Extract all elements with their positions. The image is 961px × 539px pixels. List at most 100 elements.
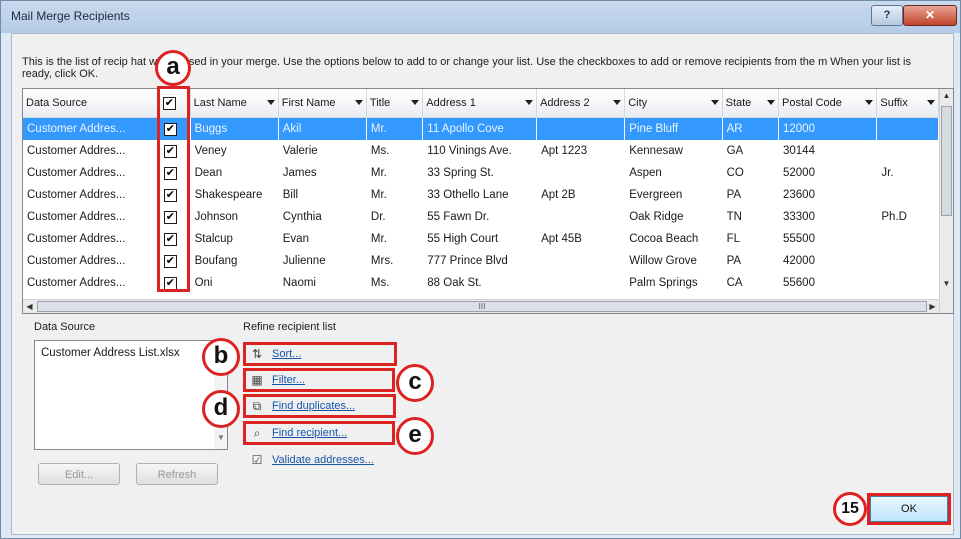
chevron-down-icon[interactable] [411,100,420,105]
callout-badge-d: d [202,390,240,428]
validate-addresses-icon: ☑ [251,453,263,467]
data-source-list[interactable]: Customer Address List.xlsx ▼ [34,340,228,450]
cell-postal: 12000 [778,117,877,140]
cell-addr2: Apt 45B [541,233,582,245]
col-first-name[interactable]: First Name [278,89,367,118]
close-button[interactable]: ✕ [903,5,957,26]
callout-badge-a: a [155,50,191,86]
data-source-item[interactable]: Customer Address List.xlsx [41,347,180,359]
callout-badge-step: 15 [833,492,867,526]
scroll-left-icon[interactable]: ◀ [23,300,36,313]
cell-source: Customer Addres... [27,145,126,157]
col-suffix[interactable]: Suffix [876,89,939,118]
chevron-down-icon[interactable] [613,100,622,105]
chevron-down-icon[interactable] [354,100,363,105]
cell-last: Shakespeare [194,189,263,201]
chevron-down-icon[interactable] [865,100,874,105]
cell-last: Buggs [190,117,279,140]
ok-button-highlight [867,493,951,525]
sort-highlight [243,342,397,366]
checkbox-column-highlight [157,86,190,292]
validate-addresses-link[interactable]: Validate addresses... [272,454,374,466]
cell-title: Ms. [370,145,390,157]
cell-first: Evan [282,233,309,245]
find-duplicates-highlight [243,394,396,418]
vertical-scroll-thumb[interactable] [941,106,952,216]
col-city[interactable]: City [624,89,723,118]
cell-city: Palm Springs [629,277,698,289]
col-address-2[interactable]: Address 2 [536,89,626,118]
col-postal-code[interactable]: Postal Code [778,89,878,118]
col-title[interactable]: Title [366,89,424,118]
cell-first: Valerie [282,145,318,157]
horizontal-scroll-thumb[interactable]: III [37,301,927,312]
cell-source: Customer Addres... [27,189,126,201]
cell-suffix [877,228,939,250]
cell-addr2: Apt 2B [541,189,576,201]
cell-postal: 52000 [782,167,815,179]
cell-addr1: 55 High Court [427,233,499,245]
scroll-up-icon[interactable]: ▲ [940,91,953,105]
cell-addr1: 11 Apollo Cove [422,117,537,140]
filter-highlight [243,368,395,392]
data-source-label: Data Source [34,321,96,333]
cell-title: Mrs. [370,255,394,267]
callout-badge-c: c [396,364,434,402]
cell-postal: 23600 [782,189,815,201]
scroll-right-icon[interactable]: ▶ [926,300,939,313]
cell-source: Customer Addres... [23,117,160,140]
refresh-button[interactable]: Refresh [136,463,218,485]
cell-addr2 [537,272,625,294]
cell-last: Veney [194,145,227,157]
cell-city: Aspen [629,167,662,179]
cell-first: Julienne [282,255,326,267]
cell-last: Stalcup [194,233,233,245]
col-last-name[interactable]: Last Name [190,89,279,118]
chevron-down-icon[interactable] [525,100,534,105]
cell-addr1: 33 Othello Lane [427,189,509,201]
cell-suffix: Jr. [881,167,894,179]
cell-addr1: 777 Prince Blvd [427,255,508,267]
cell-title: Dr. [370,211,386,223]
cell-suffix: Ph.D [881,211,907,223]
cell-source: Customer Addres... [27,233,126,245]
cell-suffix [876,117,939,140]
cell-title: Ms. [370,277,390,289]
cell-last: Oni [194,277,213,289]
cell-last: Boufang [194,255,238,267]
cell-source: Customer Addres... [27,255,126,267]
col-data-source[interactable]: Data Source [23,89,160,118]
cell-addr1: 33 Spring St. [427,167,494,179]
cell-postal: 55500 [782,233,815,245]
edit-button[interactable]: Edit... [38,463,120,485]
cell-postal: 55600 [782,277,815,289]
help-button[interactable]: ? [871,5,903,26]
cell-title: Mr. [370,167,387,179]
chevron-down-icon[interactable] [927,100,935,105]
cell-state: TN [726,211,742,223]
horizontal-scrollbar[interactable]: ◀ III ▶ [23,299,939,313]
col-state[interactable]: State [722,89,779,118]
cell-postal: 42000 [782,255,815,267]
cell-first: James [282,167,317,179]
cell-suffix [877,140,939,162]
find-recipient-highlight [243,421,395,445]
scroll-down-icon[interactable]: ▼ [940,279,953,293]
cell-first: Cynthia [282,211,322,223]
cell-suffix [877,184,939,206]
cell-addr1: 55 Fawn Dr. [427,211,490,223]
callout-badge-e: e [396,417,434,455]
chevron-down-icon[interactable] [766,100,775,105]
cell-addr1: 110 Vinings Ave. [427,145,512,157]
chevron-down-icon[interactable] [266,100,275,105]
scroll-down-icon[interactable]: ▼ [217,433,225,442]
cell-state: FL [726,233,741,245]
cell-state: CO [726,167,744,179]
cell-first: Bill [282,189,299,201]
vertical-scrollbar[interactable]: ▲ ▼ [939,89,953,313]
cell-addr2 [537,206,625,228]
cell-last: Johnson [194,211,239,223]
col-address-1[interactable]: Address 1 [422,89,538,118]
chevron-down-icon[interactable] [710,100,719,105]
cell-state: GA [726,145,744,157]
